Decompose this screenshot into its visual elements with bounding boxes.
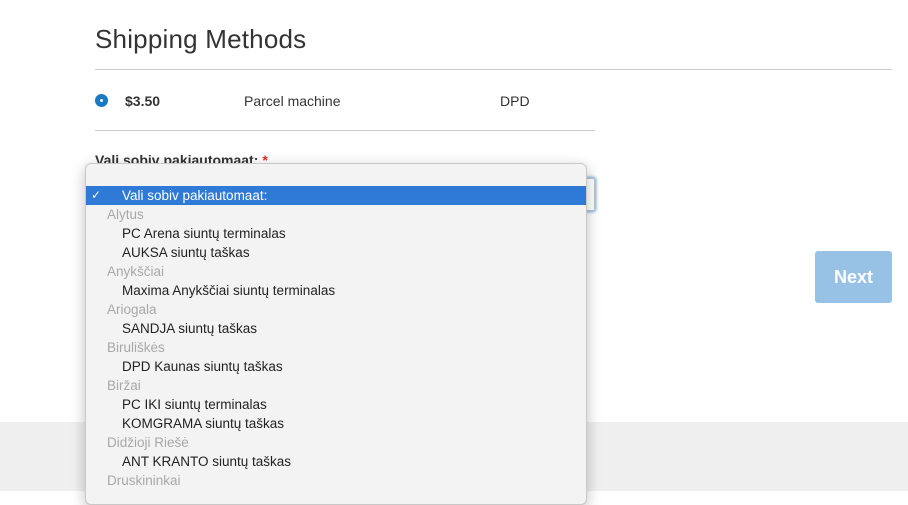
option-label: Biruliškės <box>107 340 165 355</box>
shipping-method-row[interactable]: $3.50 Parcel machine DPD <box>95 86 595 116</box>
option-label: Didžioji Riešė <box>107 435 189 450</box>
option-group-label: Biržai <box>86 376 586 395</box>
method-radio[interactable] <box>95 94 108 107</box>
option-label: Ariogala <box>107 302 157 317</box>
dropdown-option[interactable]: PC Arena siuntų terminalas <box>86 224 586 243</box>
dropdown-option[interactable]: DPD Kaunas siuntų taškas <box>86 357 586 376</box>
option-label: DPD Kaunas siuntų taškas <box>122 359 283 374</box>
method-price: $3.50 <box>125 93 161 109</box>
option-label: Druskininkai <box>107 473 181 488</box>
option-group-label: Ariogala <box>86 300 586 319</box>
dropdown-option[interactable]: SANDJA siuntų taškas <box>86 319 586 338</box>
dropdown-option[interactable]: ANT KRANTO siuntų taškas <box>86 452 586 471</box>
option-group-label: Anykščiai <box>86 262 586 281</box>
option-label: KOMGRAMA siuntų taškas <box>122 416 285 431</box>
method-carrier: DPD <box>500 93 530 109</box>
option-label: Biržai <box>107 378 141 393</box>
dropdown-option[interactable]: PC IKI siuntų terminalas <box>86 395 586 414</box>
option-label: Vali sobiv pakiautomaat: <box>122 188 268 203</box>
option-group-label: Druskininkai <box>86 471 586 490</box>
option-label: AUKSA siuntų taškas <box>122 245 250 260</box>
terminal-dropdown-list[interactable]: ✓ Vali sobiv pakiautomaat: Alytus PC Arena … <box>85 163 587 505</box>
dropdown-option[interactable]: AUKSA siuntų taškas <box>86 243 586 262</box>
option-label: ANT KRANTO siuntų taškas <box>122 454 292 469</box>
dropdown-option[interactable]: KOMGRAMA siuntų taškas <box>86 414 586 433</box>
option-label: Maxima Anykščiai siuntų terminalas <box>122 283 336 298</box>
check-icon: ✓ <box>91 188 102 202</box>
option-label: PC IKI siuntų terminalas <box>122 397 267 412</box>
option-group-label: Biruliškės <box>86 338 586 357</box>
dropdown-option[interactable]: Maxima Anykščiai siuntų terminalas <box>86 281 586 300</box>
dropdown-option[interactable]: ✓ Vali sobiv pakiautomaat: <box>86 186 586 205</box>
section-title: Shipping Methods <box>95 24 307 54</box>
option-label: PC Arena siuntų terminalas <box>122 226 286 241</box>
option-label: Anykščiai <box>107 264 165 279</box>
method-name: Parcel machine <box>244 93 341 109</box>
option-list: ✓ Vali sobiv pakiautomaat: Alytus PC Arena … <box>86 186 586 490</box>
option-group-label: Didžioji Riešė <box>86 433 586 452</box>
option-label: Alytus <box>107 207 144 222</box>
option-group-label: Alytus <box>86 205 586 224</box>
divider <box>95 130 595 131</box>
divider <box>95 69 892 70</box>
next-button[interactable]: Next <box>815 251 892 303</box>
option-label: SANDJA siuntų taškas <box>122 321 258 336</box>
